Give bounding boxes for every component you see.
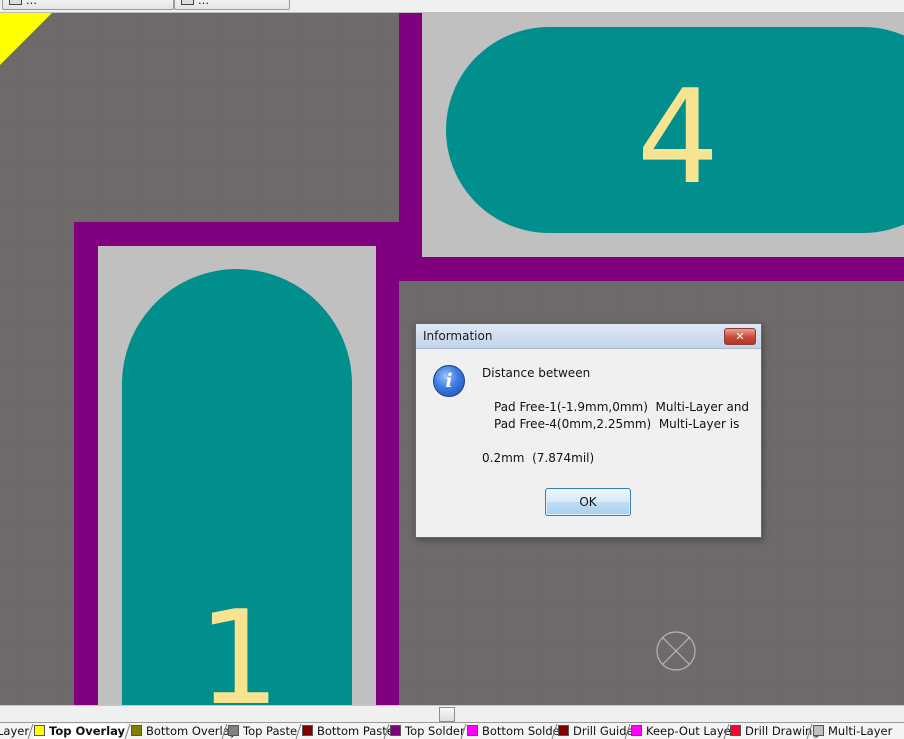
information-icon: i: [433, 365, 465, 397]
layer-color-swatch: [467, 725, 478, 736]
tab-separator: [384, 724, 389, 739]
layer-tab-layer[interactable]: Layer: [0, 724, 29, 739]
ok-button[interactable]: OK: [545, 488, 631, 516]
layer-tab-label: Top Paste: [243, 724, 298, 738]
tab-separator: [222, 724, 227, 739]
toolbar-button-1[interactable]: …: [2, 0, 174, 10]
layer-tab-label: Multi-Layer: [828, 724, 893, 738]
information-dialog: Information ✕ i Distance between Pad Fre…: [415, 323, 762, 538]
layer-color-swatch: [302, 725, 313, 736]
layer-color-swatch: [558, 725, 569, 736]
tab-separator: [461, 724, 466, 739]
layer-tab-bottom-overlay[interactable]: Bottom Overlay: [131, 724, 237, 739]
layer-tab-drill-guide[interactable]: Drill Guide: [558, 724, 634, 739]
layer-color-swatch: [631, 725, 642, 736]
layer-tab-label: Top Solder: [405, 724, 465, 738]
close-icon: ✕: [735, 330, 745, 343]
layer-tab-label: Layer: [0, 724, 30, 738]
layer-tab-bottom-paste[interactable]: Bottom Paste: [302, 724, 394, 739]
layer-tab-bottom-solder[interactable]: Bottom Solder: [467, 724, 564, 739]
toolbar-button-2[interactable]: …: [174, 0, 290, 10]
tab-separator: [625, 724, 630, 739]
tab-separator: [724, 724, 729, 739]
layer-tab-top-solder[interactable]: Top Solder: [390, 724, 465, 739]
layer-tabs: Layer Top Overlay Bottom Overlay Top Paste B…: [0, 722, 904, 739]
top-toolbar: … …: [0, 0, 904, 13]
layer-color-swatch: [730, 725, 741, 736]
horizontal-scrollbar[interactable]: [0, 705, 904, 722]
tab-separator: [125, 724, 130, 739]
layer-tab-top-overlay[interactable]: Top Overlay: [34, 724, 126, 739]
layer-tab-multi-layer[interactable]: Multi-Layer: [813, 724, 892, 739]
tab-separator: [296, 724, 301, 739]
dialog-titlebar[interactable]: Information ✕: [416, 324, 761, 349]
toolbar-icon-2: [181, 0, 194, 5]
layer-tab-label: Top Overlay: [49, 724, 126, 738]
layer-color-swatch: [34, 725, 45, 736]
layer-tab-keep-out-layer[interactable]: Keep-Out Layer: [631, 724, 735, 739]
pad-4-label: 4: [637, 61, 720, 213]
layer-tab-top-paste[interactable]: Top Paste: [228, 724, 297, 739]
close-button[interactable]: ✕: [724, 328, 756, 345]
layer-color-swatch: [228, 725, 239, 736]
tab-separator: [28, 724, 33, 739]
layer-color-swatch: [813, 725, 824, 736]
layer-tab-label: Bottom Paste: [317, 724, 394, 738]
message-line-2: Pad Free-1(-1.9mm,0mm) Multi-Layer and: [494, 400, 750, 414]
message-line-3: Pad Free-4(0mm,2.25mm) Multi-Layer is: [494, 417, 740, 431]
tab-separator: [552, 724, 557, 739]
message-distance: 0.2mm (7.874mil): [482, 451, 595, 465]
layer-tab-label: Keep-Out Layer: [646, 724, 736, 738]
tab-separator: [807, 724, 812, 739]
pad-1-label: 1: [198, 582, 281, 705]
dialog-title: Information: [423, 329, 493, 343]
layer-color-swatch: [131, 725, 142, 736]
scrollbar-thumb[interactable]: [439, 707, 455, 722]
message-line-1: Distance between: [482, 366, 591, 380]
toolbar-icon-1: [9, 0, 22, 5]
layer-color-swatch: [390, 725, 401, 736]
